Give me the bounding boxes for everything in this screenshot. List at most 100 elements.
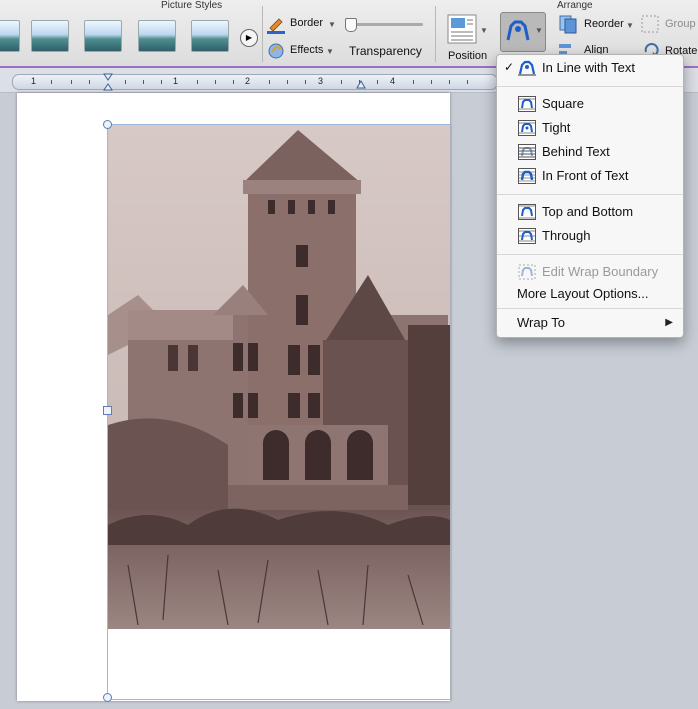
behind-text-icon (518, 144, 536, 160)
ruler-number: 2 (245, 76, 251, 86)
effects-label: Effects (290, 44, 324, 56)
picture-style-thumb[interactable] (191, 20, 229, 52)
picture-styles-title: Picture Styles (161, 0, 223, 11)
transparency-label: Transparency (349, 44, 422, 58)
ruler-number: 1 (173, 76, 179, 86)
top-and-bottom-icon (518, 204, 536, 220)
menu-item-label: Square (542, 96, 584, 111)
reorder-icon (559, 15, 577, 34)
menu-item-label: Through (542, 228, 591, 243)
ruler-number: 1 (31, 76, 37, 86)
transparency-slider[interactable] (345, 16, 425, 34)
square-wrap-icon (518, 96, 536, 112)
checkmark-icon: ✓ (504, 60, 515, 74)
horizontal-ruler[interactable]: 1 1 2 3 4 (12, 73, 498, 91)
menu-item-through[interactable]: Through (497, 225, 683, 247)
more-styles-button[interactable]: ▶ (240, 29, 258, 47)
menu-item-top-and-bottom[interactable]: Top and Bottom (497, 201, 683, 223)
ruler-number: 4 (390, 76, 396, 86)
ruler-tick (143, 80, 144, 84)
menu-item-edit-wrap-boundary: Edit Wrap Boundary (497, 261, 683, 283)
position-label: Position (448, 50, 488, 62)
ruler-tick (431, 80, 432, 84)
menu-item-label: More Layout Options... (517, 286, 649, 301)
arrange-title: Arrange (557, 0, 593, 11)
menu-separator (497, 254, 683, 255)
caret-down-icon: ▼ (535, 26, 543, 35)
menu-item-label: Wrap To (517, 315, 565, 330)
resize-handle-left[interactable] (103, 406, 112, 415)
caret-down-icon: ▼ (626, 21, 634, 30)
menu-item-wrap-to[interactable]: Wrap To ▶ (497, 312, 683, 334)
effects-icon (268, 43, 284, 59)
wrap-text-menu: ✓ In Line with Text Square Tight Behind … (496, 54, 684, 338)
menu-item-in-line-with-text[interactable]: ✓ In Line with Text (497, 57, 683, 79)
resize-handle-top-left[interactable] (103, 120, 112, 129)
caret-down-icon: ▼ (328, 20, 336, 29)
position-button[interactable]: ▼ Position (444, 12, 492, 64)
reorder-button[interactable]: Reorder ▼ (558, 14, 636, 34)
menu-item-square[interactable]: Square (497, 93, 683, 115)
ruler-tick (233, 80, 234, 84)
ruler-tick (377, 80, 378, 84)
ribbon-divider (435, 6, 436, 62)
menu-separator (497, 194, 683, 195)
in-front-of-text-icon (518, 168, 536, 184)
ruler-tick (269, 80, 270, 84)
group-label: Group (665, 18, 696, 30)
wrap-text-icon (506, 20, 530, 41)
menu-item-label: Behind Text (542, 144, 610, 159)
caret-down-icon: ▼ (326, 47, 334, 56)
menu-separator (497, 308, 683, 309)
reorder-label: Reorder (584, 18, 624, 30)
position-icon (447, 14, 477, 44)
ruler-tick (341, 80, 342, 84)
menu-item-label: In Front of Text (542, 168, 629, 183)
menu-separator (497, 86, 683, 87)
edit-wrap-boundary-icon (518, 264, 536, 280)
tab-stop-marker-icon[interactable] (356, 79, 366, 89)
menu-item-in-front-of-text[interactable]: In Front of Text (497, 165, 683, 187)
border-label: Border (290, 17, 324, 29)
group-icon (641, 15, 659, 33)
ruler-tick (413, 80, 414, 84)
group-button[interactable]: Group (640, 14, 698, 34)
picture-style-thumb[interactable] (84, 20, 122, 52)
menu-item-label: Tight (542, 120, 571, 135)
ribbon-divider (262, 6, 263, 62)
play-icon: ▶ (245, 33, 253, 42)
caret-down-icon: ▼ (480, 26, 488, 35)
picture-style-thumb[interactable] (0, 20, 20, 52)
ruler-tick (161, 80, 162, 84)
selection-frame (107, 124, 452, 700)
slider-thumb[interactable] (345, 18, 357, 32)
effects-button[interactable]: Effects ▼ (266, 40, 338, 60)
menu-item-more-layout-options[interactable]: More Layout Options... (497, 283, 683, 305)
wrap-text-button[interactable]: ▼ (500, 12, 546, 52)
ruler-tick (305, 80, 306, 84)
ruler-number: 3 (318, 76, 324, 86)
menu-item-label: Top and Bottom (542, 204, 634, 219)
ruler-tick (125, 80, 126, 84)
submenu-arrow-icon: ▶ (665, 317, 673, 328)
menu-item-label: In Line with Text (542, 60, 635, 75)
border-pen-icon (267, 18, 285, 34)
picture-style-thumb[interactable] (31, 20, 69, 52)
tight-wrap-icon (518, 120, 536, 136)
ruler-tick (287, 80, 288, 84)
picture-style-thumb[interactable] (138, 20, 176, 52)
indent-marker-icon[interactable] (103, 73, 113, 91)
ruler-tick (89, 80, 90, 84)
border-button[interactable]: Border ▼ (266, 14, 336, 34)
resize-handle-bottom-left[interactable] (103, 693, 112, 702)
ruler-tick (215, 80, 216, 84)
ruler-tick (197, 80, 198, 84)
menu-item-tight[interactable]: Tight (497, 117, 683, 139)
through-wrap-icon (518, 228, 536, 244)
ruler-tick (71, 80, 72, 84)
menu-item-label: Edit Wrap Boundary (542, 264, 659, 279)
in-line-with-text-icon (518, 60, 536, 76)
ruler-tick (449, 80, 450, 84)
menu-item-behind-text[interactable]: Behind Text (497, 141, 683, 163)
ruler-tick (51, 80, 52, 84)
